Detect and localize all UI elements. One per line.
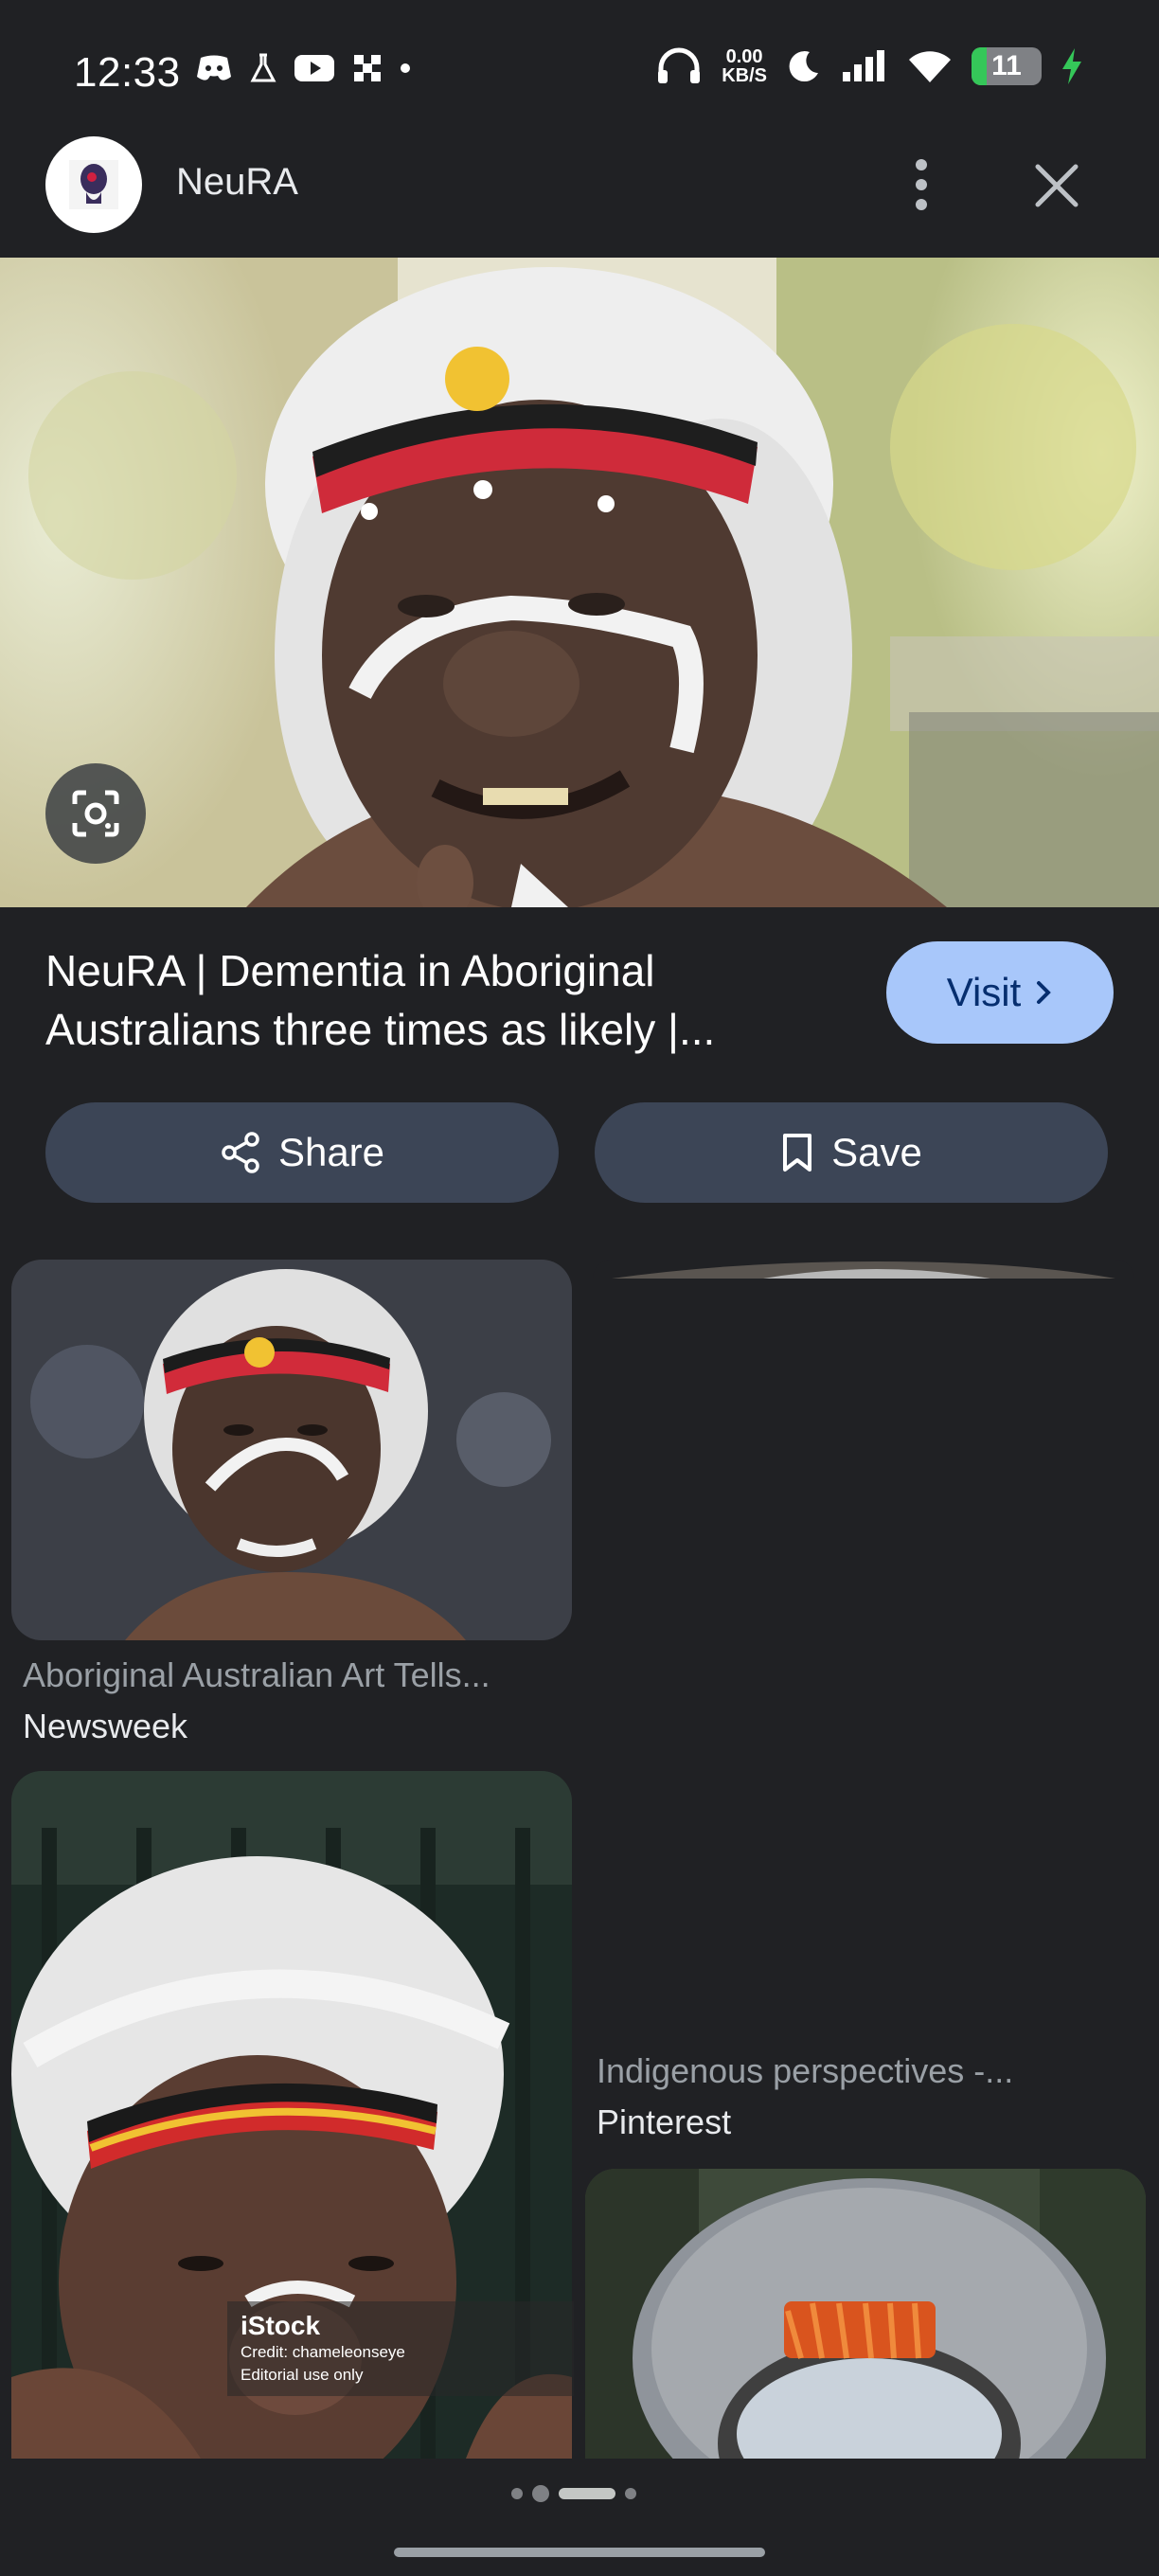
moon-icon bbox=[789, 51, 818, 82]
related-photo-1 bbox=[11, 1260, 572, 1640]
headphones-icon bbox=[658, 47, 701, 83]
battery-level: 11 bbox=[991, 50, 1022, 81]
page-dot bbox=[511, 2488, 523, 2499]
save-button[interactable]: Save bbox=[595, 1102, 1108, 1203]
related-image-4[interactable] bbox=[585, 2169, 1146, 2459]
page-indicator bbox=[511, 2485, 636, 2502]
close-icon[interactable] bbox=[1026, 155, 1087, 216]
bookmark-icon bbox=[783, 1134, 812, 1172]
related-photo-4 bbox=[585, 2169, 1146, 2459]
page-dot-active bbox=[559, 2488, 615, 2499]
chevron-right-icon bbox=[1037, 981, 1052, 1004]
dot-icon bbox=[401, 63, 410, 73]
net-speed-value: 0.00 bbox=[725, 46, 763, 67]
share-label: Share bbox=[277, 1130, 385, 1174]
battery-icon: 11 bbox=[972, 47, 1042, 85]
hero-photo bbox=[0, 258, 1159, 907]
site-logo[interactable] bbox=[45, 136, 142, 233]
share-icon bbox=[222, 1132, 259, 1173]
hero-image[interactable] bbox=[0, 258, 1159, 907]
lens-icon bbox=[72, 790, 119, 837]
page-dot bbox=[625, 2488, 636, 2499]
result-title[interactable]: NeuRA | Dementia in Aboriginal Australia… bbox=[45, 941, 841, 1059]
related-image-2[interactable] bbox=[593, 1260, 1134, 1279]
watermark-brand: iStock bbox=[241, 2311, 321, 2340]
page-dot bbox=[532, 2485, 549, 2502]
visit-button-label: Visit bbox=[946, 970, 1022, 1014]
status-right-icons: 0.00 KB/S 11 bbox=[655, 47, 1083, 85]
status-time: 12:33 bbox=[74, 49, 181, 96]
signal-icon bbox=[843, 50, 884, 81]
grid-app-icon bbox=[354, 55, 381, 81]
site-name[interactable]: NeuRA bbox=[176, 161, 298, 204]
istock-watermark: iStock Credit: chameleonseye Editorial u… bbox=[227, 2301, 574, 2396]
related-title-2[interactable]: Indigenous perspectives -... bbox=[597, 2051, 1013, 2091]
neura-logo-icon bbox=[69, 160, 118, 209]
visit-button[interactable]: Visit bbox=[886, 941, 1114, 1044]
more-vert-icon[interactable] bbox=[894, 152, 949, 218]
status-left-icons bbox=[195, 53, 411, 83]
home-gesture-bar[interactable] bbox=[394, 2548, 765, 2557]
related-title-1[interactable]: Aboriginal Australian Art Tells... bbox=[23, 1655, 490, 1695]
youtube-icon bbox=[294, 55, 334, 81]
save-label: Save bbox=[831, 1130, 922, 1174]
related-source-2[interactable]: Pinterest bbox=[597, 2102, 731, 2142]
charging-bolt-icon bbox=[1062, 48, 1081, 84]
lab-flask-icon bbox=[250, 53, 276, 82]
net-speed-unit: KB/S bbox=[722, 65, 767, 86]
watermark-note: Editorial use only bbox=[241, 2366, 364, 2384]
related-image-1[interactable] bbox=[11, 1260, 572, 1640]
watermark-credit: Credit: chameleonseye bbox=[241, 2343, 405, 2361]
related-source-1[interactable]: Newsweek bbox=[23, 1707, 187, 1746]
wifi-icon bbox=[909, 51, 951, 82]
related-photo-2 bbox=[593, 1260, 1134, 1279]
share-button[interactable]: Share bbox=[45, 1102, 559, 1203]
net-speed: 0.00 KB/S bbox=[722, 47, 767, 85]
google-lens-button[interactable] bbox=[45, 763, 146, 864]
discord-icon bbox=[197, 55, 231, 80]
